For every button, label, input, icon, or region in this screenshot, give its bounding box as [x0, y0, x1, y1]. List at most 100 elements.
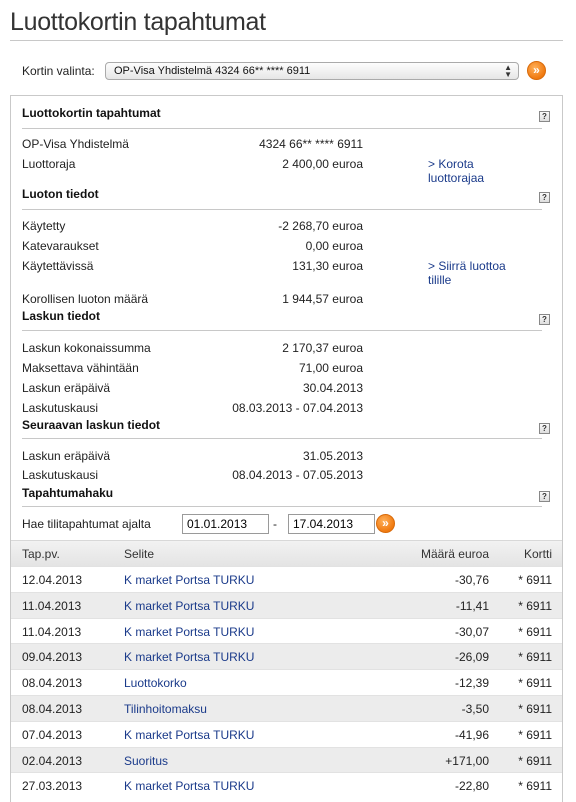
tx-card: * 6911 [518, 702, 552, 716]
column-header-date[interactable]: Tap.pv. [22, 547, 60, 561]
next-billing-period-label: Laskutuskausi [22, 468, 99, 482]
tx-date: 11.04.2013 [22, 624, 82, 639]
date-range-label: Hae tilitapahtumat ajalta [22, 517, 151, 531]
date-to-input[interactable] [288, 514, 375, 534]
tx-amount: -30,07 [454, 624, 489, 639]
tx-date: 02.04.2013 [22, 753, 83, 768]
tx-amount: -11,41 [455, 598, 489, 613]
date-from-input[interactable] [182, 514, 269, 534]
tx-date: 07.04.2013 [22, 727, 83, 742]
updown-arrows-icon: ▲ ▼ [504, 63, 512, 79]
card-select-row: Kortin valinta: OP-Visa Yhdistelmä 4324 … [22, 61, 552, 82]
tx-description-link[interactable]: K market Portsa TURKU [124, 728, 254, 742]
interest-bearing-value: 1 944,57 euroa [282, 292, 363, 306]
transfer-credit-link[interactable]: > Siirrä luottoa tilille [428, 259, 518, 287]
card-select-dropdown[interactable]: OP-Visa Yhdistelmä 4324 66** **** 6911 ▲… [105, 62, 519, 80]
select-card-go-button[interactable]: » [527, 61, 546, 80]
card-details-panel: Luottokortin tapahtumat ? OP-Visa Yhdist… [10, 95, 563, 802]
tx-card: * 6911 [518, 624, 552, 639]
reservations-value: 0,00 euroa [305, 239, 363, 253]
available-label: Käytettävissä [22, 259, 94, 273]
section-divider [22, 438, 542, 439]
card-name-label: OP-Visa Yhdistelmä [22, 137, 129, 151]
tx-description-link[interactable]: K market Portsa TURKU [124, 625, 254, 639]
help-icon[interactable]: ? [539, 192, 550, 203]
tx-amount: -30,76 [454, 573, 489, 587]
tx-card: * 6911 [518, 779, 552, 794]
section-divider [22, 330, 542, 331]
table-row: 07.04.2013 K market Portsa TURKU -41,96 * 6… [11, 720, 562, 747]
column-header-card[interactable]: Kortti [524, 547, 552, 561]
next-due-date-value: 31.05.2013 [302, 449, 363, 463]
interest-bearing-label: Korollisen luoton määrä [22, 292, 149, 306]
billing-period-label: Laskutuskausi [22, 401, 99, 415]
tx-description-link[interactable]: K market Portsa TURKU [124, 779, 254, 793]
help-icon[interactable]: ? [539, 314, 550, 325]
raise-limit-link[interactable]: > Korota luottorajaa [428, 157, 508, 185]
tx-date: 08.04.2013 [22, 702, 83, 716]
credit-limit-label: Luottoraja [22, 157, 76, 171]
billing-period-value: 08.03.2013 - 07.04.2013 [232, 401, 363, 415]
table-row: 09.04.2013 K market Portsa TURKU -26,09 * 6… [11, 643, 562, 670]
column-header-amount[interactable]: Määrä euroa [421, 547, 489, 561]
tx-card: * 6911 [518, 727, 552, 742]
tx-description-link[interactable]: K market Portsa TURKU [124, 573, 254, 587]
invoice-total-value: 2 170,37 euroa [282, 341, 363, 355]
date-range-dash: - [273, 517, 277, 531]
credit-limit-value: 2 400,00 euroa [282, 157, 363, 171]
section-divider [22, 209, 542, 210]
table-row: 11.04.2013 K market Portsa TURKU -30,07 * 6… [11, 617, 562, 644]
table-row: 08.04.2013 Tilinhoitomaksu -3,50 * 6911 [11, 695, 562, 721]
section-title-invoice: Laskun tiedot [22, 309, 101, 323]
tx-description-link[interactable]: Suoritus [124, 754, 168, 768]
column-header-description[interactable]: Selite [124, 547, 154, 561]
help-icon[interactable]: ? [539, 491, 550, 502]
tx-card: * 6911 [518, 753, 552, 768]
card-select-value: OP-Visa Yhdistelmä 4324 66** **** 6911 [114, 65, 311, 77]
tx-description-link[interactable]: Tilinhoitomaksu [124, 702, 207, 716]
table-row: 27.03.2013 K market Portsa TURKU -22,80 * 6… [11, 772, 562, 798]
title-divider [10, 40, 563, 41]
tx-description-link[interactable]: K market Portsa TURKU [124, 599, 254, 613]
tx-date: 27.03.2013 [22, 779, 83, 794]
tx-amount: -22,80 [454, 779, 489, 794]
help-icon[interactable]: ? [539, 111, 550, 122]
tx-amount: -26,09 [454, 650, 489, 665]
tx-card: * 6911 [518, 598, 552, 613]
search-go-button[interactable]: » [376, 514, 395, 533]
reservations-label: Katevaraukset [22, 239, 99, 253]
next-due-date-label: Laskun eräpäivä [22, 449, 111, 463]
table-header: Tap.pv. Selite Määrä euroa Kortti [11, 540, 562, 566]
min-payment-label: Maksettava vähintään [22, 361, 139, 375]
page-title: Luottokortin tapahtumat [10, 8, 266, 36]
section-title-search: Tapahtumahaku [22, 486, 114, 500]
card-number-value: 4324 66** **** 6911 [259, 137, 363, 151]
used-label: Käytetty [22, 219, 66, 233]
section-title-next-invoice: Seuraavan laskun tiedot [22, 418, 161, 432]
tx-amount: -12,39 [454, 676, 489, 691]
card-select-label: Kortin valinta: [22, 64, 95, 78]
table-row: 11.04.2013 K market Portsa TURKU -11,41 * 6… [11, 591, 562, 618]
tx-amount: -3,50 [461, 702, 489, 716]
table-row: 12.04.2013 K market Portsa TURKU -30,76 * 6… [11, 566, 562, 592]
tx-date: 08.04.2013 [22, 676, 83, 691]
due-date-label: Laskun eräpäivä [22, 381, 111, 395]
tx-card: * 6911 [518, 650, 552, 665]
tx-card: * 6911 [518, 676, 552, 691]
tx-description-link[interactable]: Luottokorko [124, 676, 187, 690]
tx-description-link[interactable]: K market Portsa TURKU [124, 650, 254, 664]
section-title-credit: Luoton tiedot [22, 187, 99, 201]
table-row: 08.04.2013 Luottokorko -12,39 * 6911 [11, 669, 562, 695]
used-value: -2 268,70 euroa [278, 219, 363, 233]
tx-amount: -41,96 [454, 727, 489, 742]
tx-date: 09.04.2013 [22, 650, 83, 665]
help-icon[interactable]: ? [539, 423, 550, 434]
min-payment-value: 71,00 euroa [298, 361, 363, 375]
tx-amount: +171,00 [445, 753, 489, 768]
next-billing-period-value: 08.04.2013 - 07.05.2013 [232, 468, 363, 482]
tx-date: 12.04.2013 [22, 573, 83, 587]
table-row: 02.04.2013 Suoritus +171,00 * 6911 [11, 746, 562, 773]
tx-date: 11.04.2013 [22, 598, 82, 613]
available-value: 131,30 euroa [292, 259, 363, 273]
invoice-total-label: Laskun kokonaissumma [22, 341, 151, 355]
